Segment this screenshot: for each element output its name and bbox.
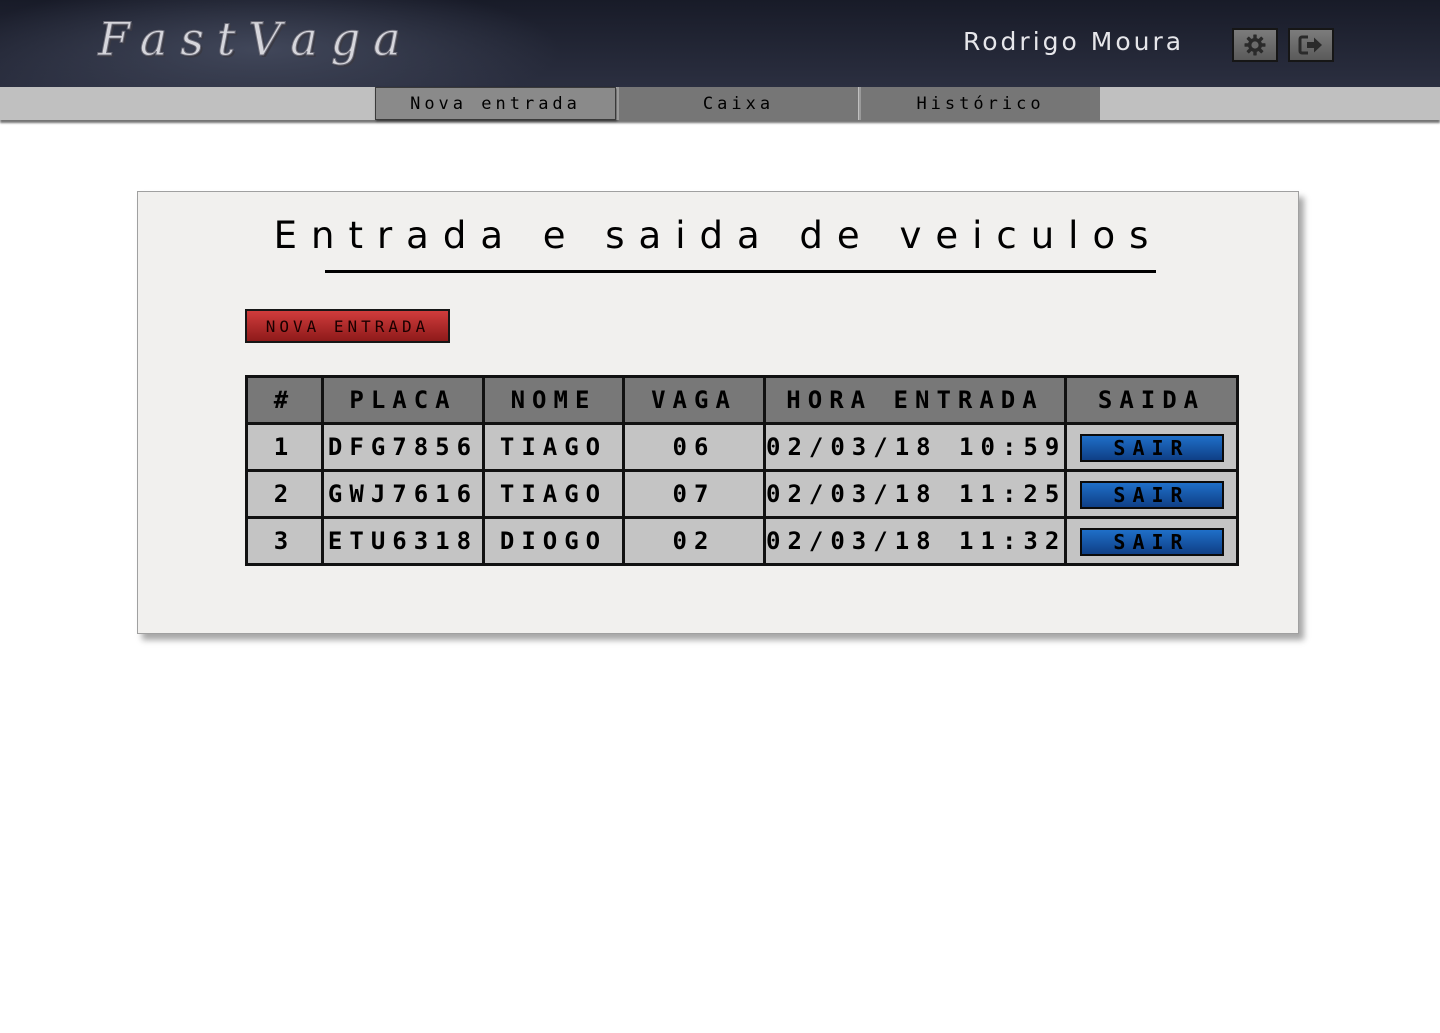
table-row: 3 ETU6318 DIOGO 02 02/03/18 11:32 SAIR xyxy=(245,516,1239,566)
cell-nome: DIOGO xyxy=(482,516,625,566)
app-logo: FastVaga xyxy=(98,12,414,67)
user-name: Rodrigo Moura xyxy=(963,27,1185,56)
tab-caixa[interactable]: Caixa xyxy=(617,87,858,120)
exit-button[interactable]: SAIR xyxy=(1079,433,1224,462)
page-title: Entrada e saida de veiculos xyxy=(273,214,1163,257)
vehicle-panel: Entrada e saida de veiculos NOVA ENTRADA… xyxy=(137,191,1299,634)
tab-historico[interactable]: Histórico xyxy=(859,87,1100,120)
cell-nome: TIAGO xyxy=(482,422,625,472)
table-header-row: # PLACA NOME VAGA HORA ENTRADA SAIDA xyxy=(245,375,1239,425)
cell-placa: GWJ7616 xyxy=(321,469,485,519)
column-header-number: # xyxy=(245,375,324,425)
cell-placa: ETU6318 xyxy=(321,516,485,566)
cell-placa: DFG7856 xyxy=(321,422,485,472)
exit-button[interactable]: SAIR xyxy=(1079,480,1224,509)
tab-label: Caixa xyxy=(702,93,775,114)
cell-vaga: 06 xyxy=(622,422,766,472)
new-entry-button[interactable]: NOVA ENTRADA xyxy=(245,309,450,343)
column-header-saida: SAIDA xyxy=(1064,375,1239,425)
vehicle-table: # PLACA NOME VAGA HORA ENTRADA SAIDA 1 D… xyxy=(245,375,1239,566)
cell-vaga: 02 xyxy=(622,516,766,566)
cell-nome: TIAGO xyxy=(482,469,625,519)
cell-saida: SAIR xyxy=(1064,516,1239,566)
cell-number: 1 xyxy=(245,422,324,472)
table-row: 1 DFG7856 TIAGO 06 02/03/18 10:59 SAIR xyxy=(245,422,1239,472)
tab-label: Nova entrada xyxy=(410,93,581,114)
column-header-nome: NOME xyxy=(482,375,625,425)
cell-number: 2 xyxy=(245,469,324,519)
logout-icon xyxy=(1298,35,1322,55)
nav-bar: Nova entrada Caixa Histórico xyxy=(0,87,1440,120)
title-underline xyxy=(325,270,1156,273)
cell-number: 3 xyxy=(245,516,324,566)
logout-button[interactable] xyxy=(1288,28,1334,62)
gear-icon xyxy=(1244,34,1266,56)
tab-nova-entrada[interactable]: Nova entrada xyxy=(375,87,616,120)
settings-button[interactable] xyxy=(1232,28,1278,62)
column-header-placa: PLACA xyxy=(321,375,485,425)
app-header: FastVaga Rodrigo Moura xyxy=(0,0,1440,87)
cell-hora-entrada: 02/03/18 11:32 xyxy=(763,516,1067,566)
cell-vaga: 07 xyxy=(622,469,766,519)
cell-saida: SAIR xyxy=(1064,422,1239,472)
exit-button[interactable]: SAIR xyxy=(1079,527,1224,556)
cell-hora-entrada: 02/03/18 11:25 xyxy=(763,469,1067,519)
table-row: 2 GWJ7616 TIAGO 07 02/03/18 11:25 SAIR xyxy=(245,469,1239,519)
cell-hora-entrada: 02/03/18 10:59 xyxy=(763,422,1067,472)
tab-label: Histórico xyxy=(916,93,1045,114)
column-header-vaga: VAGA xyxy=(622,375,766,425)
cell-saida: SAIR xyxy=(1064,469,1239,519)
column-header-hora-entrada: HORA ENTRADA xyxy=(763,375,1067,425)
